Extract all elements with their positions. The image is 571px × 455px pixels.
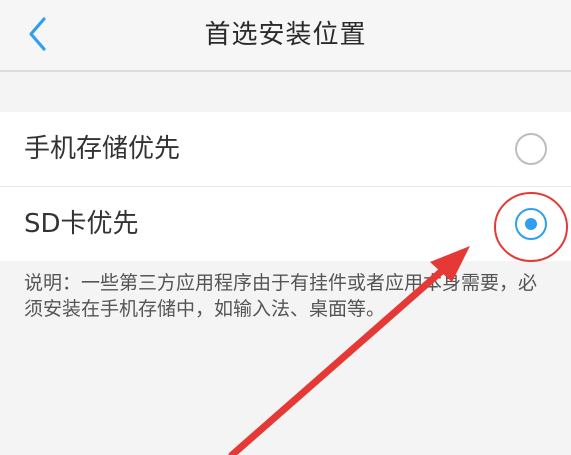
option-phone-storage[interactable]: 手机存储优先: [0, 112, 571, 186]
option-sd-card[interactable]: SD卡优先: [0, 186, 571, 261]
page-title: 首选安装位置: [204, 20, 367, 50]
radio-selected[interactable]: [515, 208, 547, 240]
title-bar: 首选安装位置: [0, 0, 571, 72]
option-label: SD卡优先: [24, 209, 139, 239]
install-location-options: 手机存储优先 SD卡优先: [0, 112, 571, 261]
radio-unselected[interactable]: [515, 133, 547, 165]
option-label: 手机存储优先: [24, 134, 181, 164]
description-note: 说明：一些第三方应用程序由于有挂件或者应用本身需要，必须安装在手机存储中，如输入…: [24, 272, 538, 320]
radio-dot: [525, 218, 537, 230]
